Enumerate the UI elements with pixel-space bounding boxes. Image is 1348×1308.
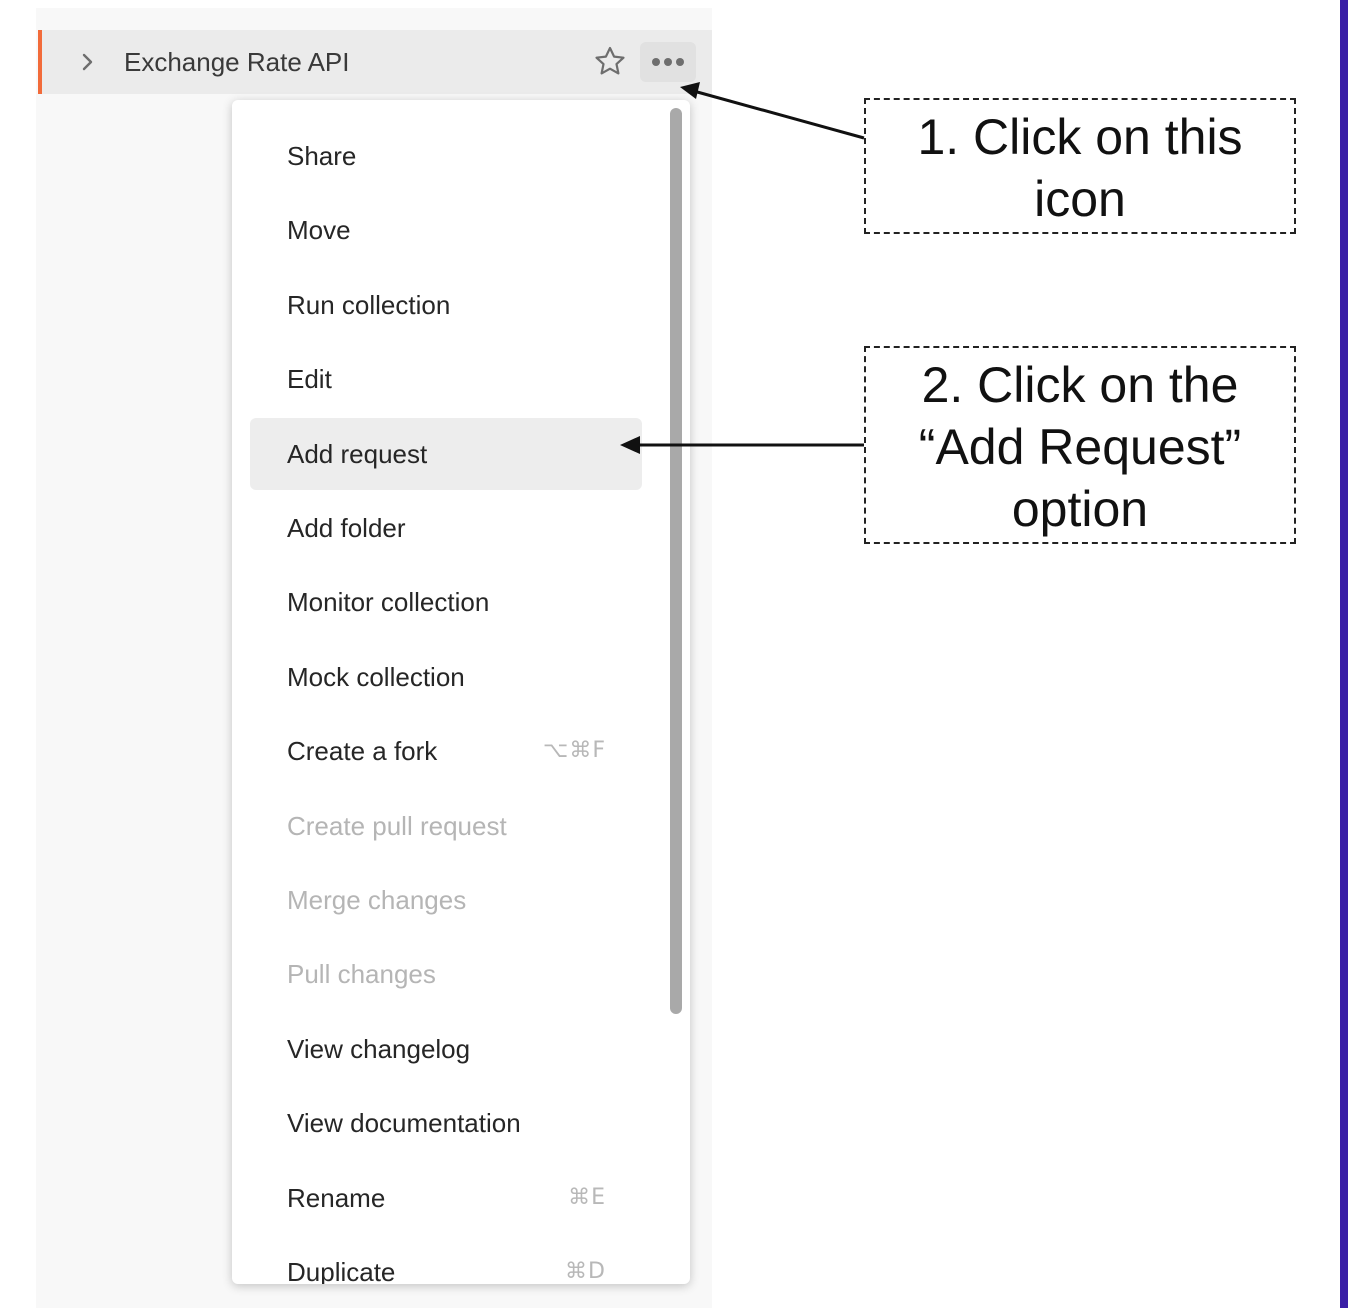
menu-item-label: Move [287,215,351,246]
menu-item-shortcut: ⌘E [568,1184,606,1210]
menu-item-edit[interactable]: Edit [250,343,642,415]
callout-2-line: option [1011,481,1149,537]
menu-item-mock-collection[interactable]: Mock collection [250,641,642,713]
menu-item-share[interactable]: Share [250,120,642,192]
menu-item-label: Edit [287,364,332,395]
menu-item-label: Add request [287,438,428,469]
menu-item-label: Create pull request [287,810,507,841]
callout-2-line: 2. Click on the [921,357,1239,413]
menu-item-merge-changes: Merge changes [250,864,642,936]
frame-border [1340,0,1348,1308]
menu-item-shortcut: ⌘D [565,1259,606,1284]
menu-item-label: View documentation [287,1108,521,1139]
menu-item-label: Merge changes [287,885,467,915]
menu-item-shortcut: ⌥⌘F [542,738,606,764]
menu-scrollbar[interactable] [670,108,682,1014]
more-dot [676,58,684,66]
menu-item-add-folder[interactable]: Add folder [250,492,642,564]
callout-2-line: “Add Request” [918,419,1242,475]
menu-item-view-documentation[interactable]: View documentation [250,1087,642,1159]
menu-item-label: Rename [287,1182,386,1213]
menu-item-label: Create a fork [287,736,438,767]
menu-item-view-changelog[interactable]: View changelog [250,1013,642,1085]
menu-item-create-a-fork[interactable]: Create a fork ⌥⌘F [250,715,642,787]
collection-name[interactable]: Exchange Rate API [124,46,349,78]
menu-item-label: View changelog [287,1033,471,1064]
menu-item-label: Monitor collection [287,587,490,618]
menu-item-duplicate[interactable]: Duplicate ⌘D [250,1236,642,1284]
menu-item-rename[interactable]: Rename ⌘E [250,1162,642,1234]
star-icon[interactable] [590,44,630,80]
callout-1-line: 1. Click on this [917,109,1243,165]
more-horizontal-icon [652,58,660,66]
menu-item-monitor-collection[interactable]: Monitor collection [250,566,642,638]
menu-item-label: Add folder [287,513,406,543]
callout-1-line: icon [1034,171,1126,227]
menu-item-add-request[interactable]: Add request [250,417,642,490]
collection-context-menu: Share Move Run collection Edit Add request Ad… [232,100,690,1284]
more-options-button[interactable] [640,42,696,82]
callout-click-icon: 1. Click on this icon [864,98,1296,234]
chevron-right-icon[interactable] [78,48,98,76]
callout-add-request: 2. Click on the “Add Request” option [864,346,1296,544]
menu-item-label: Duplicate [287,1257,396,1284]
screenshot-page: Exchange Rate API Share Move Run collectio… [0,0,1348,1308]
menu-item-create-pull-request: Create pull request [250,790,642,862]
collection-row[interactable]: Exchange Rate API [38,30,712,94]
menu-item-pull-changes: Pull changes [250,938,642,1010]
menu-item-label: Mock collection [287,661,465,692]
menu-item-label: Share [287,141,357,171]
more-dot [664,58,672,66]
menu-item-label: Pull changes [287,959,436,990]
menu-item-label: Run collection [287,289,451,320]
menu-item-run-collection[interactable]: Run collection [250,269,642,341]
menu-item-move[interactable]: Move [250,194,642,266]
